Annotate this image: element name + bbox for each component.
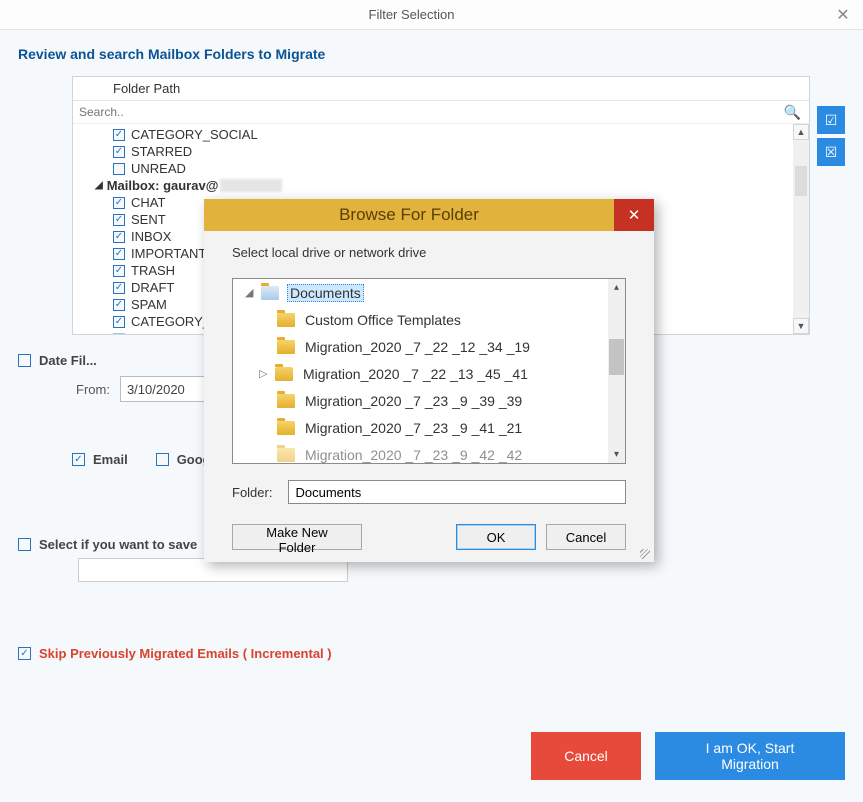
from-label: From: — [76, 382, 110, 397]
skip-label: Skip Previously Migrated Emails ( Increm… — [39, 646, 332, 661]
collapse-icon: ◢ — [95, 180, 103, 191]
date-filter-label: Date Fil... — [39, 353, 97, 368]
folder-field-input[interactable] — [288, 480, 626, 504]
start-migration-button[interactable]: I am OK, Start Migration — [655, 732, 845, 780]
folder-field-label: Folder: — [232, 485, 272, 500]
folder-icon — [277, 340, 295, 354]
folder-icon — [277, 394, 295, 408]
folder-icon — [275, 367, 293, 381]
explorer-node[interactable]: Migration_2020 _7 _23 _9 _42 _42 — [233, 441, 625, 464]
explorer-node[interactable]: Migration_2020 _7 _23 _9 _39 _39 — [233, 387, 625, 414]
from-date-input[interactable] — [120, 376, 205, 402]
dialog-ok-button[interactable]: OK — [456, 524, 536, 550]
google-checkbox[interactable]: ✓ — [156, 453, 169, 466]
folder-icon — [261, 286, 279, 300]
browse-folder-dialog: Browse For Folder ✕ Select local drive o… — [204, 199, 654, 562]
email-checkbox[interactable]: ✓ — [72, 453, 85, 466]
explorer-node-root[interactable]: ◢ Documents — [233, 279, 625, 306]
explorer-node[interactable]: Custom Office Templates — [233, 306, 625, 333]
dialog-cancel-button[interactable]: Cancel — [546, 524, 626, 550]
cancel-button[interactable]: Cancel — [531, 732, 641, 780]
window-title: Filter Selection — [0, 7, 823, 22]
folder-search-input[interactable] — [73, 101, 776, 123]
scroll-up-icon: ▴ — [608, 279, 625, 296]
make-new-folder-button[interactable]: Make New Folder — [232, 524, 362, 550]
explorer-node[interactable]: Migration_2020 _7 _23 _9 _41 _21 — [233, 414, 625, 441]
mailbox-row[interactable]: ◢ Mailbox: gaurav@ — [73, 177, 809, 194]
save-checkbox[interactable]: ✓ — [18, 538, 31, 551]
dialog-instruction: Select local drive or network drive — [232, 245, 626, 260]
folder-icon — [277, 421, 295, 435]
save-label: Select if you want to save — [39, 537, 197, 552]
scroll-thumb — [609, 339, 624, 375]
folder-row[interactable]: ✓STARRED — [73, 143, 809, 160]
explorer-node[interactable]: Migration_2020 _7 _22 _12 _34 _19 — [233, 333, 625, 360]
expand-icon: ◢ — [245, 286, 257, 299]
window-close-button[interactable]: ✕ — [823, 5, 863, 25]
folder-row[interactable]: ✓CATEGORY_SOCIAL — [73, 126, 809, 143]
search-icon[interactable]: 🔍 — [776, 104, 809, 121]
folder-explorer[interactable]: ◢ Documents Custom Office Templates Migr… — [232, 278, 626, 464]
uncheck-all-button[interactable]: ☒ — [817, 138, 845, 166]
scroll-down-icon: ▾ — [608, 446, 625, 463]
check-all-button[interactable]: ☑ — [817, 106, 845, 134]
folder-icon — [277, 448, 295, 462]
page-heading: Review and search Mailbox Folders to Mig… — [18, 46, 845, 62]
resize-grip-icon[interactable] — [640, 549, 650, 559]
folder-scrollbar[interactable]: ▲ ▼ — [793, 124, 809, 334]
scroll-up-icon: ▲ — [793, 124, 809, 140]
folder-row[interactable]: ✓UNREAD — [73, 160, 809, 177]
expand-icon: ▷ — [259, 367, 271, 380]
folder-icon — [277, 313, 295, 327]
dialog-close-button[interactable]: ✕ — [614, 199, 654, 231]
dialog-title: Browse For Folder — [204, 205, 614, 225]
date-filter-checkbox[interactable]: ✓ — [18, 354, 31, 367]
email-label: Email — [93, 452, 128, 467]
window-titlebar: Filter Selection ✕ — [0, 0, 863, 30]
skip-checkbox[interactable]: ✓ — [18, 647, 31, 660]
column-header-folder-path[interactable]: Folder Path — [73, 77, 809, 101]
scroll-thumb — [795, 166, 807, 196]
explorer-scrollbar[interactable]: ▴ ▾ — [608, 279, 625, 463]
explorer-node[interactable]: ▷ Migration_2020 _7 _22 _13 _45 _41 — [233, 360, 625, 387]
scroll-down-icon: ▼ — [793, 318, 809, 334]
